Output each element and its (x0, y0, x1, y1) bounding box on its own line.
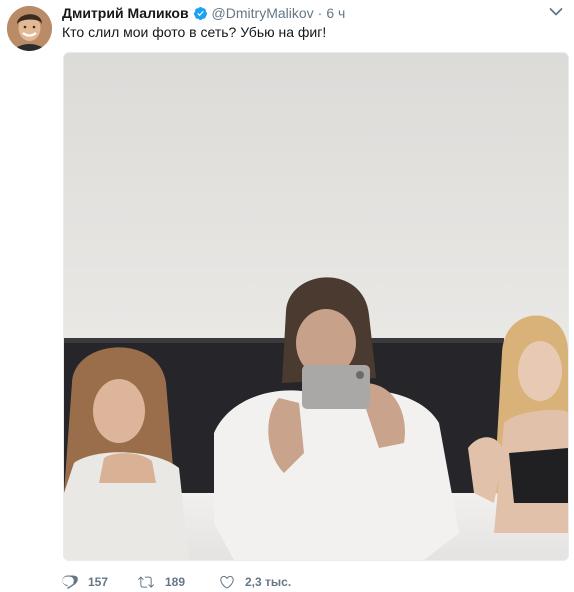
reply-icon (62, 575, 78, 589)
author-handle[interactable]: @DmitryMalikov (212, 3, 314, 23)
tweet-timestamp[interactable]: 6 ч (326, 3, 345, 23)
reply-count: 157 (88, 575, 109, 589)
author-display-name[interactable]: Дмитрий Маликов (62, 3, 189, 23)
like-count: 2,3 тыс. (245, 575, 292, 589)
avatar[interactable] (7, 6, 52, 51)
tweet-header: Дмитрий Маликов @DmitryMalikov · 6 ч (62, 3, 345, 23)
like-button[interactable]: 2,3 тыс. (219, 574, 291, 590)
heart-icon (220, 575, 234, 589)
tweet-photo[interactable] (63, 52, 569, 561)
tweet-photo-icon (64, 53, 568, 560)
reply-button[interactable]: 157 (62, 574, 117, 590)
chevron-down-icon[interactable] (549, 7, 563, 17)
avatar-photo-icon (7, 6, 52, 51)
retweet-button[interactable]: 189 (137, 574, 197, 590)
retweet-count: 189 (165, 575, 186, 589)
verified-badge-icon (193, 6, 207, 20)
retweet-icon (138, 576, 154, 588)
tweet-text: Кто слил мои фото в сеть? Убью на фиг! (62, 24, 327, 40)
tweet[interactable]: Дмитрий Маликов @DmitryMalikov · 6 ч Кто… (0, 0, 574, 592)
time-separator: · (317, 5, 323, 21)
tweet-actions: 157 189 2,3 тыс. (62, 572, 317, 592)
